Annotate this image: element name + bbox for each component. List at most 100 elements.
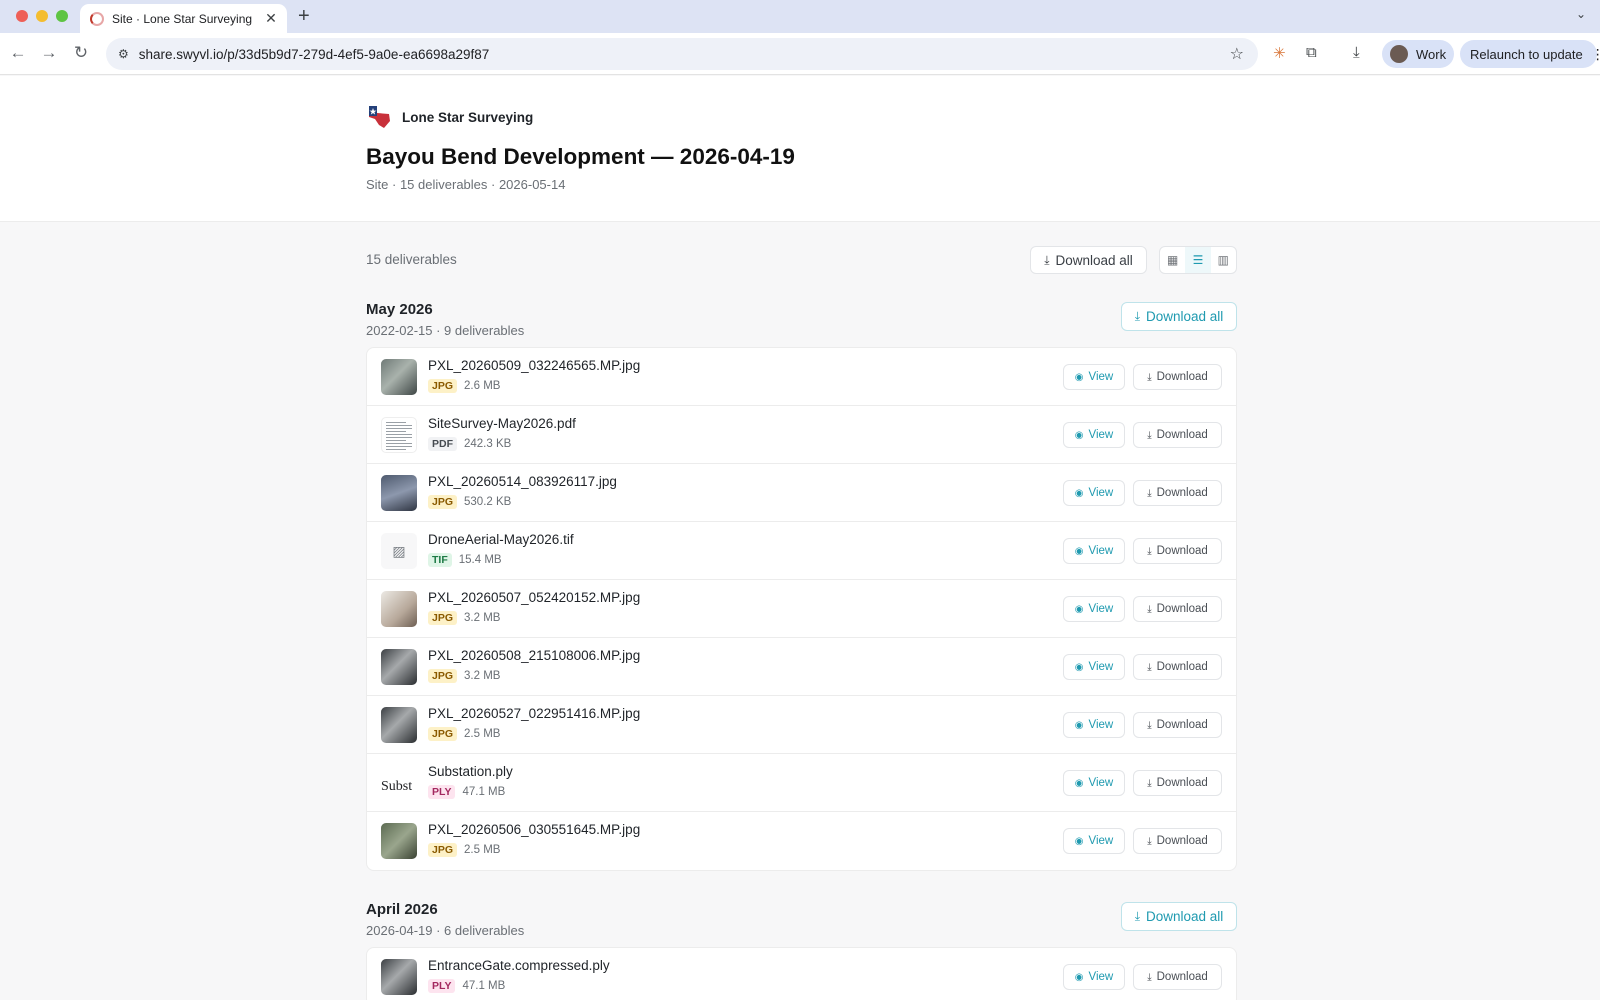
file-thumbnail[interactable] xyxy=(381,417,417,453)
maximize-window-button[interactable] xyxy=(56,10,68,22)
close-tab-icon[interactable]: ✕ xyxy=(263,10,279,27)
page-subtitle: Site · 15 deliverables · 2026-05-14 xyxy=(366,177,566,192)
download-button[interactable]: ⤓ Download xyxy=(1133,364,1222,390)
view-button[interactable]: ◉ View xyxy=(1063,596,1125,622)
list-item[interactable]: EntranceGate.compressed.ply PLY 47.1 MB ◉ Vi… xyxy=(367,948,1236,1000)
file-size: 47.1 MB xyxy=(462,786,506,798)
download-icon: ⤓ xyxy=(1044,252,1050,267)
group-download-all-button[interactable]: ⤓ Download all xyxy=(1121,902,1237,931)
list-item[interactable]: SiteSurvey-May2026.pdf PDF 242.3 KB ◉ View ⤓ D… xyxy=(367,406,1236,464)
download-label: Download xyxy=(1156,661,1208,673)
list-item[interactable]: PXL_20260507_052420152.MP.jpg JPG 3.2 MB ◉ V… xyxy=(367,580,1236,638)
download-button[interactable]: ⤓ Download xyxy=(1133,422,1222,448)
download-all-button[interactable]: ⤓ Download all xyxy=(1030,246,1147,274)
tab-search-chevron-icon[interactable]: ⌄ xyxy=(1576,7,1586,21)
group-may-2026: May 2026 2022-02-15 · 9 deliverables ⤓ D… xyxy=(366,301,1237,871)
download-label: Download xyxy=(1156,487,1208,499)
view-button[interactable]: ◉ View xyxy=(1063,770,1125,796)
file-type-badge: PLY xyxy=(428,979,456,993)
list-view-icon[interactable]: ☰ xyxy=(1185,247,1211,273)
file-thumbnail[interactable] xyxy=(381,649,417,685)
download-icon: ⤓ xyxy=(1147,603,1152,615)
view-button[interactable]: ◉ View xyxy=(1063,964,1125,990)
deliverables-list: EntranceGate.compressed.ply PLY 47.1 MB ◉ Vi… xyxy=(366,947,1237,1000)
download-button[interactable]: ⤓ Download xyxy=(1133,712,1222,738)
file-meta: JPG 3.2 MB xyxy=(428,611,500,625)
url-text[interactable]: share.swyvl.io/p/33d5b9d7-279d-4ef5-9a0e… xyxy=(139,47,1230,62)
file-thumbnail[interactable] xyxy=(381,823,417,859)
extensions-puzzle-icon[interactable]: ⧉ xyxy=(1306,44,1317,61)
list-item[interactable]: PXL_20260514_083926117.jpg JPG 530.2 KB ◉ Vi… xyxy=(367,464,1236,522)
file-thumbnail[interactable]: Subst xyxy=(381,765,417,801)
group-download-all-button[interactable]: ⤓ Download all xyxy=(1121,302,1237,331)
file-name: DroneAerial-May2026.tif xyxy=(428,532,574,547)
minimize-window-button[interactable] xyxy=(36,10,48,22)
download-all-label: Download all xyxy=(1055,252,1133,268)
file-size: 530.2 KB xyxy=(464,496,512,508)
brand: Lone Star Surveying xyxy=(366,104,533,130)
view-label: View xyxy=(1088,487,1114,499)
group-subtitle: 2022-02-15 · 9 deliverables xyxy=(366,323,525,338)
profile-chip[interactable]: Work xyxy=(1382,40,1454,68)
file-thumbnail[interactable] xyxy=(381,475,417,511)
site-info-icon[interactable]: ⚙ xyxy=(118,47,129,61)
file-size: 2.6 MB xyxy=(464,380,501,392)
view-button[interactable]: ◉ View xyxy=(1063,422,1125,448)
file-thumbnail[interactable] xyxy=(381,959,417,995)
file-meta: JPG 2.6 MB xyxy=(428,379,500,393)
doc-preview-line xyxy=(386,431,406,432)
map-view-icon[interactable]: ▥ xyxy=(1211,247,1236,273)
file-type-badge: PDF xyxy=(428,437,457,451)
download-button[interactable]: ⤓ Download xyxy=(1133,654,1222,680)
file-meta: PDF 242.3 KB xyxy=(428,437,511,451)
download-button[interactable]: ⤓ Download xyxy=(1133,964,1222,990)
view-button[interactable]: ◉ View xyxy=(1063,364,1125,390)
list-item[interactable]: PXL_20260508_215108006.MP.jpg JPG 3.2 MB ◉ V… xyxy=(367,638,1236,696)
view-button[interactable]: ◉ View xyxy=(1063,712,1125,738)
forward-arrow-icon[interactable]: → xyxy=(38,43,60,63)
list-item[interactable]: PXL_20260527_022951416.MP.jpg JPG 2.5 MB ◉ V… xyxy=(367,696,1236,754)
eye-icon: ◉ xyxy=(1074,487,1084,499)
claude-extension-icon[interactable]: ✳ xyxy=(1273,44,1286,62)
view-button[interactable]: ◉ View xyxy=(1063,828,1125,854)
eye-icon: ◉ xyxy=(1074,971,1084,983)
file-size: 2.5 MB xyxy=(464,844,501,856)
list-item[interactable]: ▨ DroneAerial-May2026.tif TIF 15.4 MB ◉ View ⤓… xyxy=(367,522,1236,580)
browser-tab[interactable]: Site · Lone Star Surveying ✕ xyxy=(80,4,287,33)
download-button[interactable]: ⤓ Download xyxy=(1133,596,1222,622)
image-file-icon[interactable]: ▨ xyxy=(381,533,417,569)
bookmark-star-icon[interactable]: ☆ xyxy=(1230,44,1244,64)
download-button[interactable]: ⤓ Download xyxy=(1133,828,1222,854)
profile-label: Work xyxy=(1416,46,1447,62)
file-thumbnail[interactable] xyxy=(381,359,417,395)
download-icon: ⤓ xyxy=(1147,545,1152,557)
texas-flag-logo-icon xyxy=(369,106,390,128)
eye-icon: ◉ xyxy=(1074,661,1084,673)
back-arrow-icon[interactable]: ← xyxy=(7,43,29,63)
group-april-2026: April 2026 2026-04-19 · 6 deliverables ⤓… xyxy=(366,901,1237,1000)
file-thumbnail[interactable] xyxy=(381,707,417,743)
view-button[interactable]: ◉ View xyxy=(1063,538,1125,564)
reload-icon[interactable]: ↻ xyxy=(70,43,92,63)
menu-kebab-icon[interactable]: ⋮ xyxy=(1591,46,1600,63)
relaunch-button[interactable]: Relaunch to update ⋮ xyxy=(1460,40,1600,68)
new-tab-button[interactable]: + xyxy=(298,5,310,28)
list-item[interactable]: PXL_20260509_032246565.MP.jpg JPG 2.6 MB ◉ V… xyxy=(367,348,1236,406)
view-label: View xyxy=(1088,777,1114,789)
download-button[interactable]: ⤓ Download xyxy=(1133,480,1222,506)
download-button[interactable]: ⤓ Download xyxy=(1133,770,1222,796)
file-name: PXL_20260507_052420152.MP.jpg xyxy=(428,590,641,605)
file-size: 242.3 KB xyxy=(464,438,512,450)
list-item[interactable]: Subst Substation.ply PLY 47.1 MB ◉ View ⤓ Downl… xyxy=(367,754,1236,812)
address-bar[interactable]: ⚙ share.swyvl.io/p/33d5b9d7-279d-4ef5-9a… xyxy=(106,38,1258,70)
file-type-badge: TIF xyxy=(428,553,452,567)
file-thumbnail[interactable] xyxy=(381,591,417,627)
view-button[interactable]: ◉ View xyxy=(1063,654,1125,680)
downloads-icon[interactable]: ⤓ xyxy=(1353,44,1360,61)
download-button[interactable]: ⤓ Download xyxy=(1133,538,1222,564)
view-button[interactable]: ◉ View xyxy=(1063,480,1125,506)
close-window-button[interactable] xyxy=(16,10,28,22)
grid-view-icon[interactable]: ▦ xyxy=(1160,247,1185,273)
list-item[interactable]: PXL_20260506_030551645.MP.jpg JPG 2.5 MB ◉ V… xyxy=(367,812,1236,870)
file-type-badge: JPG xyxy=(428,379,458,393)
